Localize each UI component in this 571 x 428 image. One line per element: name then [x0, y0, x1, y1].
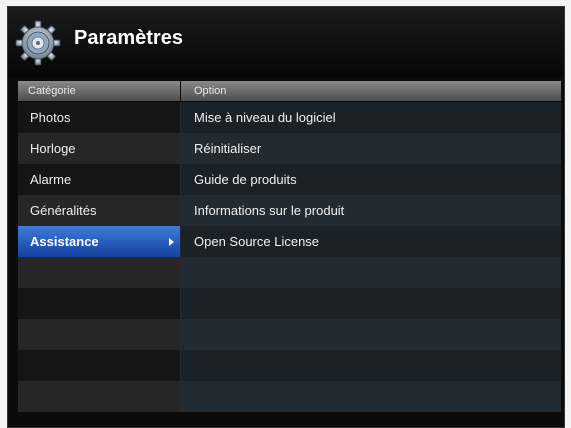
empty-row — [181, 257, 561, 288]
category-item-photos[interactable]: Photos — [18, 102, 180, 133]
option-item-label: Mise à niveau du logiciel — [194, 110, 336, 125]
empty-row — [18, 350, 180, 381]
category-list: Photos Horloge Alarme Généralités Assist… — [18, 102, 180, 412]
category-item-label: Assistance — [30, 234, 99, 249]
empty-row — [181, 381, 561, 412]
settings-screen: Paramètres Catégorie Option Photos Horlo… — [7, 6, 565, 428]
header: Paramètres — [8, 7, 564, 77]
option-item-reset[interactable]: Réinitialiser — [181, 133, 561, 164]
option-column-header: Option — [181, 81, 561, 101]
category-column-header: Catégorie — [18, 81, 180, 101]
option-item-label: Open Source License — [194, 234, 320, 249]
option-item-product-info[interactable]: Informations sur le produit — [181, 195, 561, 226]
gear-icon — [15, 20, 61, 66]
category-item-label: Alarme — [30, 172, 72, 187]
category-item-label: Photos — [30, 110, 71, 125]
chevron-right-icon — [169, 238, 174, 246]
empty-row — [18, 381, 180, 412]
option-item-label: Informations sur le produit — [194, 203, 345, 218]
category-item-horloge[interactable]: Horloge — [18, 133, 180, 164]
empty-row — [18, 319, 180, 350]
option-item-software-upgrade[interactable]: Mise à niveau du logiciel — [181, 102, 561, 133]
category-item-label: Généralités — [30, 203, 97, 218]
empty-row — [181, 288, 561, 319]
category-item-alarme[interactable]: Alarme — [18, 164, 180, 195]
page-title: Paramètres — [74, 27, 183, 49]
category-item-generalites[interactable]: Généralités — [18, 195, 180, 226]
category-item-assistance[interactable]: Assistance — [18, 226, 180, 257]
empty-row — [181, 350, 561, 381]
option-list: Mise à niveau du logiciel Réinitialiser … — [181, 102, 561, 412]
category-item-label: Horloge — [30, 141, 76, 156]
option-item-label: Guide de produits — [194, 172, 297, 187]
empty-row — [181, 319, 561, 350]
option-item-open-source-license[interactable]: Open Source License — [181, 226, 561, 257]
empty-row — [18, 257, 180, 288]
empty-row — [18, 288, 180, 319]
option-item-product-guide[interactable]: Guide de produits — [181, 164, 561, 195]
option-item-label: Réinitialiser — [194, 141, 262, 156]
